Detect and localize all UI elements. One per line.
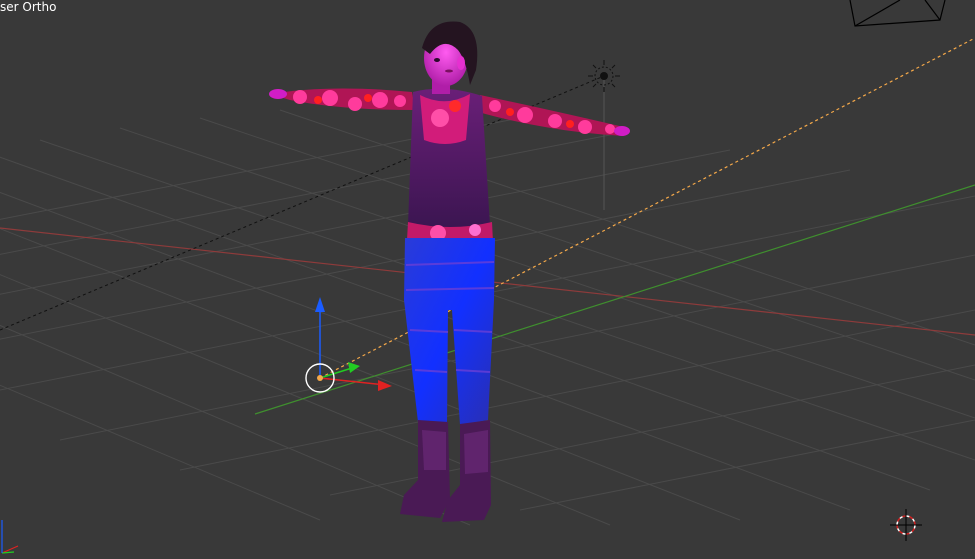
camera-object[interactable]	[849, 0, 946, 27]
view-name-label: ser Ortho	[0, 0, 57, 14]
3d-viewport[interactable]: ser Ortho	[0, 0, 975, 559]
character-mesh[interactable]	[269, 21, 630, 522]
y-axis-line	[254, 184, 975, 415]
3d-cursor[interactable]	[890, 509, 922, 541]
axis-orientation-widget	[1, 520, 19, 554]
lamp-object[interactable]	[588, 60, 620, 92]
scene-canvas[interactable]	[0, 0, 975, 559]
